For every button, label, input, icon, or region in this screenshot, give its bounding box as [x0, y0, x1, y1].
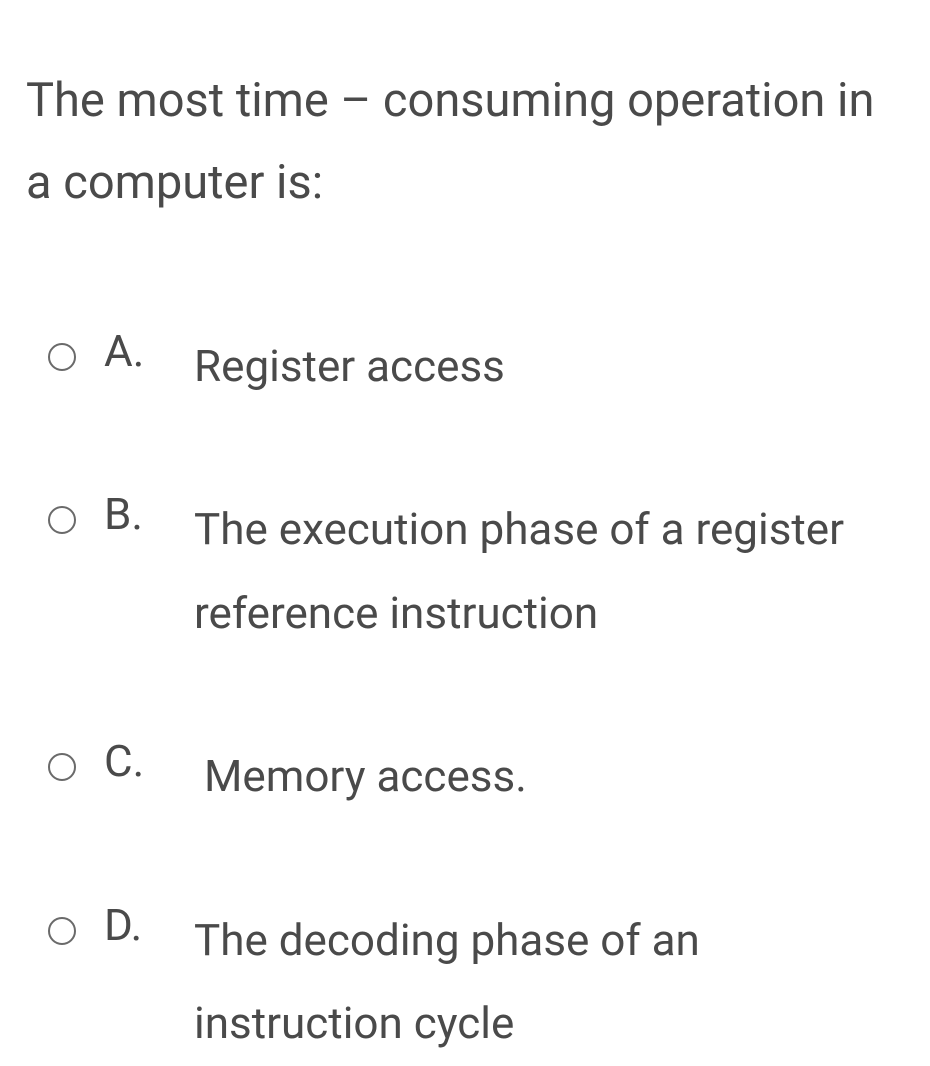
option-text: The decoding phase of an instruction cyc…	[194, 899, 904, 1066]
radio-icon[interactable]	[48, 506, 76, 534]
option-b[interactable]: B. The execution phase of a register ref…	[48, 488, 904, 655]
question-text: The most time – consuming operation in a…	[26, 60, 904, 225]
radio-icon[interactable]	[48, 917, 76, 945]
option-c[interactable]: C. Memory access.	[48, 735, 904, 819]
radio-icon[interactable]	[48, 753, 76, 781]
option-letter: D.	[104, 899, 194, 951]
options-container: A. Register access B. The execution phas…	[26, 325, 904, 1066]
option-text: Memory access.	[194, 735, 904, 819]
option-text: The execution phase of a register refere…	[194, 488, 904, 655]
radio-icon[interactable]	[48, 343, 76, 371]
option-d[interactable]: D. The decoding phase of an instruction …	[48, 899, 904, 1066]
option-a[interactable]: A. Register access	[48, 325, 904, 409]
option-text: Register access	[194, 325, 904, 409]
option-letter: B.	[104, 488, 194, 540]
option-letter: C.	[104, 735, 194, 787]
option-letter: A.	[104, 325, 194, 377]
